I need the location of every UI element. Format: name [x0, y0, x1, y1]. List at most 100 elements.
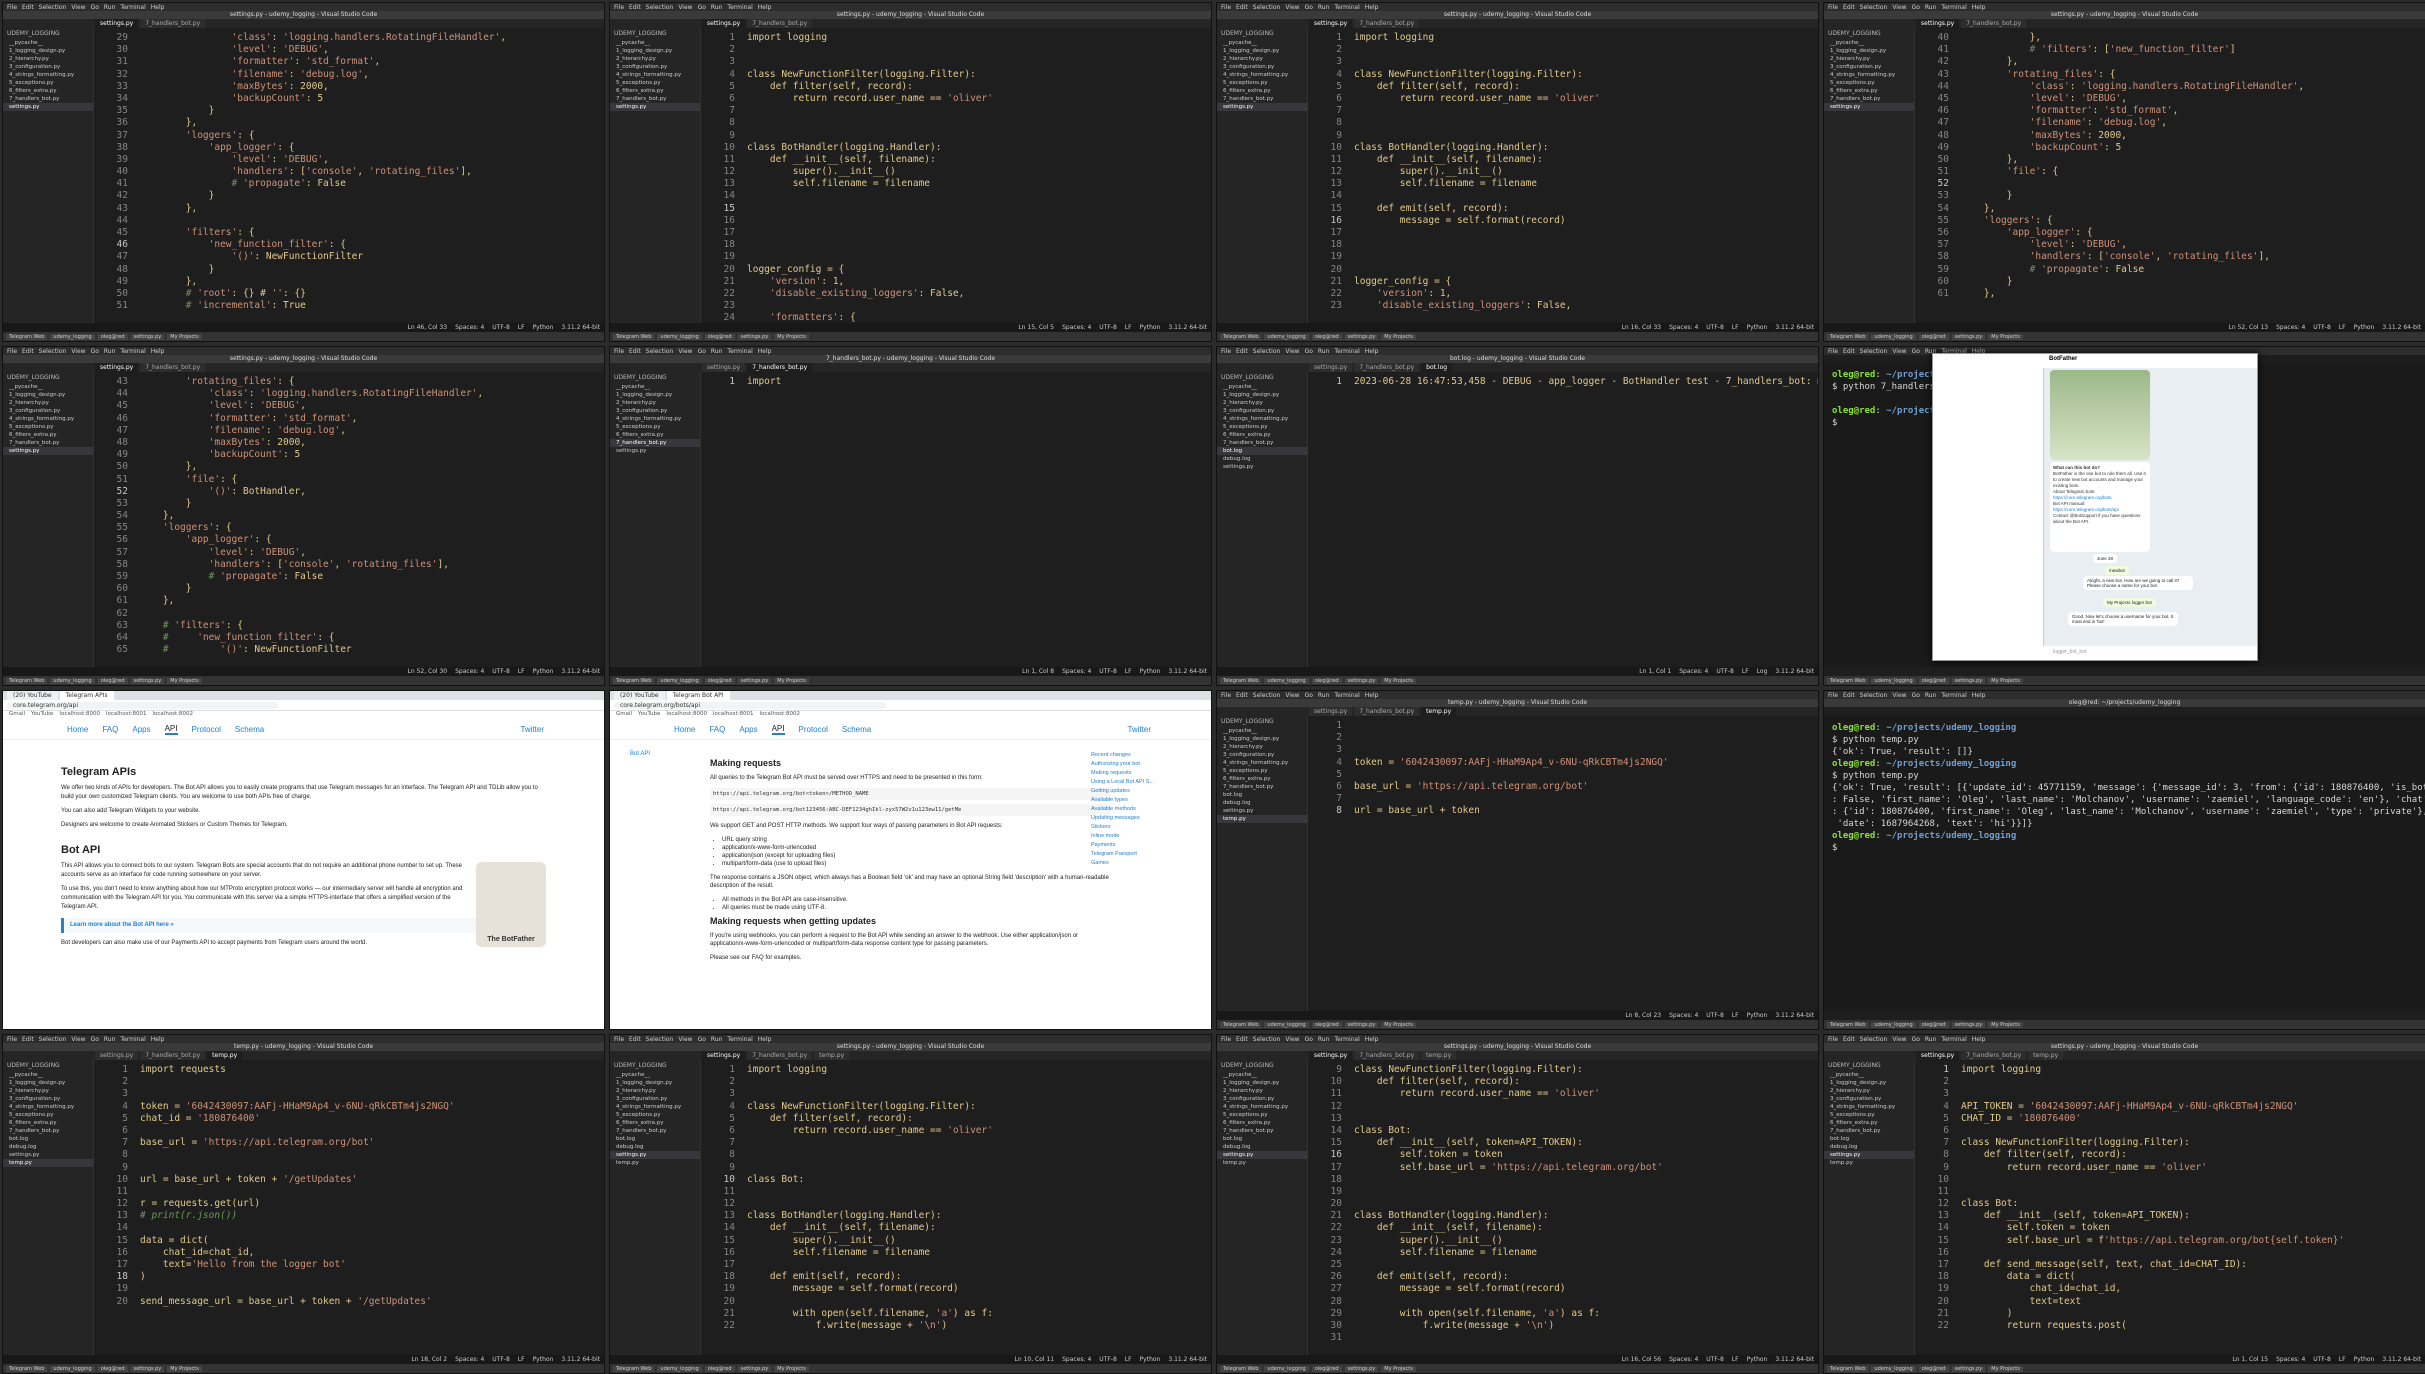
status-item[interactable]: Spaces: 4 [455, 1356, 484, 1363]
status-item[interactable]: Python [1140, 324, 1161, 331]
menu-item[interactable]: Edit [22, 348, 34, 355]
menu-item[interactable]: Selection [1253, 692, 1281, 699]
editor-tab[interactable]: bot.log [1421, 363, 1453, 372]
status-item[interactable]: UTF-8 [1706, 1356, 1724, 1363]
status-item[interactable]: Ln 16, Col 56 [1622, 1356, 1662, 1363]
editor-tab[interactable]: 7_handlers_bot.py [1961, 19, 2027, 28]
menu-item[interactable]: Run [711, 4, 723, 11]
taskbar-item[interactable]: udemy_logging [1264, 677, 1309, 684]
taskbar-item[interactable]: oleg@red [97, 1365, 128, 1372]
status-item[interactable]: UTF-8 [492, 668, 510, 675]
taskbar-item[interactable]: udemy_logging [1871, 333, 1916, 340]
taskbar-item[interactable]: My Projects [1988, 1365, 2023, 1372]
status-item[interactable]: Python [2354, 324, 2375, 331]
status-item[interactable]: 3.11.2 64-bit [2382, 324, 2421, 331]
menu-item[interactable]: Selection [1860, 1036, 1888, 1043]
explorer-file[interactable]: 7_handlers_bot.py [1217, 439, 1307, 447]
menu-item[interactable]: Go [698, 348, 706, 355]
menu-item[interactable]: Edit [1843, 692, 1855, 699]
status-item[interactable]: LF [1732, 1356, 1739, 1363]
taskbar-item[interactable]: My Projects [1381, 333, 1416, 340]
editor-tab[interactable]: settings.py [1309, 707, 1353, 716]
status-item[interactable]: LF [518, 1356, 525, 1363]
explorer-file[interactable]: 7_handlers_bot.py [610, 95, 700, 103]
explorer-file[interactable]: 6_filters_extra.py [1217, 87, 1307, 95]
explorer-file[interactable]: settings.py [1217, 463, 1307, 471]
explorer-file[interactable]: settings.py [1824, 1151, 1914, 1159]
explorer-file[interactable]: 2_hierarchy.py [1217, 399, 1307, 407]
menu-item[interactable]: View [71, 348, 85, 355]
menu-item[interactable]: Terminal [1334, 4, 1359, 11]
browser-tab[interactable]: Telegram APIs [59, 691, 114, 700]
taskbar-item[interactable]: settings.py [1951, 333, 1986, 340]
editor-tab[interactable]: settings.py [702, 1051, 746, 1060]
explorer-file[interactable]: 5_exceptions.py [610, 1111, 700, 1119]
taskbar-item[interactable]: oleg@red [97, 333, 128, 340]
taskbar-item[interactable]: oleg@red [1918, 677, 1949, 684]
editor-tab[interactable]: temp.py [1421, 707, 1457, 716]
menu-item[interactable]: Selection [1253, 4, 1281, 11]
explorer-file[interactable]: 1_logging_design.py [3, 47, 93, 55]
taskbar-item[interactable]: Telegram Web [613, 677, 655, 684]
taskbar-item[interactable]: udemy_logging [50, 1365, 95, 1372]
status-item[interactable]: Ln 52, Col 30 [408, 668, 448, 675]
explorer-file[interactable]: 1_logging_design.py [610, 391, 700, 399]
editor-tab[interactable]: settings.py [702, 19, 746, 28]
taskbar-item[interactable]: oleg@red [1311, 333, 1342, 340]
status-item[interactable]: Ln 1, Col 1 [1639, 668, 1671, 675]
explorer-file[interactable]: 1_logging_design.py [1217, 391, 1307, 399]
editor-tab[interactable]: 7_handlers_bot.py [1961, 1051, 2027, 1060]
taskbar-item[interactable]: oleg@red [704, 1365, 735, 1372]
menu-item[interactable]: Edit [629, 348, 641, 355]
explorer-file[interactable]: __pycache__ [610, 39, 700, 47]
status-item[interactable]: UTF-8 [1099, 1356, 1117, 1363]
status-item[interactable]: Spaces: 4 [1669, 1012, 1698, 1019]
toc-link[interactable]: Recent changes [1091, 751, 1161, 760]
status-item[interactable]: UTF-8 [2313, 324, 2331, 331]
explorer-file[interactable]: temp.py [3, 1159, 93, 1167]
explorer-file[interactable]: 4_strings_formatting.py [1824, 1103, 1914, 1111]
explorer-file[interactable]: settings.py [1217, 807, 1307, 815]
browser-tab[interactable]: (20) YouTube [614, 691, 665, 700]
explorer-file[interactable]: 6_filters_extra.py [3, 1119, 93, 1127]
status-item[interactable]: LF [1742, 668, 1749, 675]
toc-link[interactable]: Using a Local Bot API S... [1091, 778, 1161, 787]
status-item[interactable]: Ln 15, Col 5 [1018, 324, 1054, 331]
explorer-file[interactable]: debug.log [3, 1143, 93, 1151]
status-item[interactable]: Spaces: 4 [1679, 668, 1708, 675]
editor-tab[interactable]: temp.py [814, 1051, 850, 1060]
menu-item[interactable]: Run [1925, 1036, 1937, 1043]
explorer-file[interactable]: bot.log [610, 1135, 700, 1143]
taskbar-item[interactable]: udemy_logging [657, 677, 702, 684]
url-field[interactable]: core.telegram.org/bots/api [614, 701, 886, 709]
explorer-file[interactable]: 2_hierarchy.py [1217, 1087, 1307, 1095]
status-item[interactable]: LF [1125, 1356, 1132, 1363]
code-editor[interactable]: 1 import [701, 372, 1211, 667]
status-item[interactable]: Ln 8, Col 23 [1625, 1012, 1661, 1019]
status-item[interactable]: Ln 46, Col 33 [408, 324, 448, 331]
editor-tab[interactable]: 7_handlers_bot.py [140, 19, 206, 28]
explorer-file[interactable]: settings.py [1217, 1151, 1307, 1159]
editor-tab[interactable]: settings.py [95, 19, 139, 28]
taskbar-item[interactable]: My Projects [167, 333, 202, 340]
twitter-link[interactable]: Twitter [1127, 725, 1151, 734]
status-item[interactable]: UTF-8 [1716, 668, 1734, 675]
explorer-file[interactable]: settings.py [3, 103, 93, 111]
menu-item[interactable]: Run [1318, 692, 1330, 699]
explorer-file[interactable]: temp.py [1217, 1159, 1307, 1167]
toc-link[interactable]: Stickers [1091, 823, 1161, 832]
explorer-file[interactable]: 3_configuration.py [3, 407, 93, 415]
status-item[interactable]: LF [2339, 1356, 2346, 1363]
taskbar-item[interactable]: oleg@red [704, 677, 735, 684]
status-item[interactable]: LF [1125, 668, 1132, 675]
editor-tab[interactable]: settings.py [702, 363, 746, 372]
taskbar-item[interactable]: My Projects [774, 677, 809, 684]
status-item[interactable]: LF [518, 324, 525, 331]
bookmark[interactable]: YouTube [638, 711, 660, 719]
explorer-file[interactable]: 3_configuration.py [1824, 63, 1914, 71]
explorer-file[interactable]: 4_strings_formatting.py [3, 415, 93, 423]
menu-item[interactable]: Terminal [1334, 1036, 1359, 1043]
taskbar-item[interactable]: oleg@red [1311, 1021, 1342, 1028]
menu-item[interactable]: Terminal [120, 348, 145, 355]
menu-item[interactable]: Edit [1236, 692, 1248, 699]
